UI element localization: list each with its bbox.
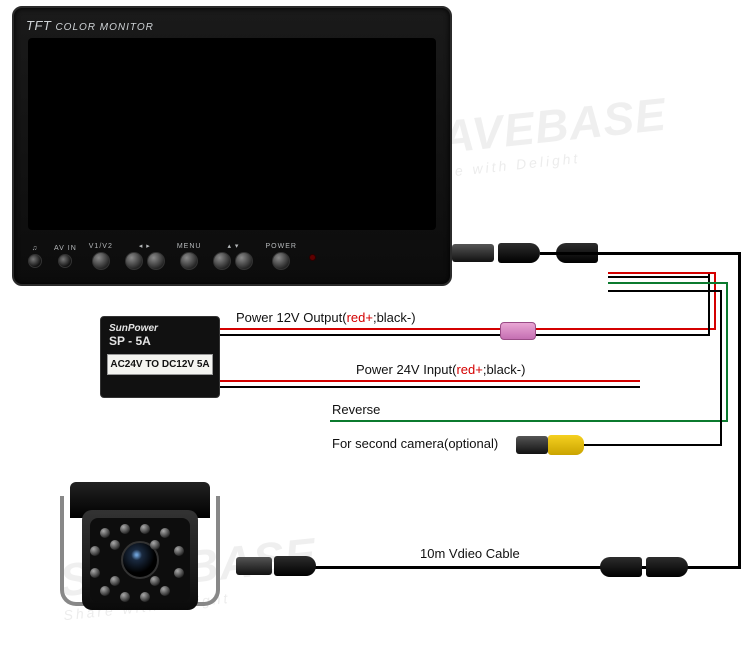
monitor-controls: ♫ AV IN V1/V2 ◂ ▸ MENU ▴ ▾ POWER [28, 236, 436, 276]
wire-reverse-green [330, 420, 728, 422]
nav-up-down: ▴ ▾ [213, 242, 253, 270]
power-led-icon [309, 254, 316, 261]
trunk-cable-v [738, 252, 741, 568]
av-in-jack: AV IN [54, 245, 77, 268]
label-power-24v: Power 24V Input(red+;black-) [356, 362, 525, 377]
converter-spec: AC24V TO DC12V 5A [107, 354, 213, 375]
tft-monitor: TFT COLOR MONITOR ♫ AV IN V1/V2 ◂ ▸ MENU… [12, 6, 452, 286]
wire-12v-red-h [220, 328, 500, 330]
brand-tft: TFT [26, 18, 51, 33]
nav-left-right: ◂ ▸ [125, 242, 165, 270]
label-power-12v: Power 12V Output(red+;black-) [236, 310, 416, 325]
inline-fuse [500, 322, 536, 340]
video-cable-plug-left [600, 557, 642, 577]
cam2-connector-metal [516, 436, 548, 454]
reverse-camera [60, 482, 220, 632]
converter-model: SP - 5A [101, 334, 219, 352]
menu-button: MENU [177, 243, 202, 270]
v1-v2-button: V1/V2 [89, 243, 113, 270]
brand-colormonitor: COLOR MONITOR [55, 22, 153, 33]
label-second-camera: For second camera(optional) [332, 436, 498, 451]
trunk-cable-h [540, 252, 740, 255]
label-video-cable: 10m Vdieo Cable [420, 546, 520, 561]
wire-reverse-green-v [726, 282, 728, 422]
camera-cable-plug [274, 556, 316, 576]
wire-24v-red [220, 380, 640, 382]
monitor-screen [28, 38, 436, 230]
cam2-connector-yellow [548, 435, 584, 455]
wire-12v-red-v [714, 272, 716, 330]
wire-12v-black-h [220, 334, 500, 336]
wire-12v-red-h2 [536, 328, 714, 330]
wire-24v-black [220, 386, 640, 388]
wire-cam2-black-top [608, 290, 722, 292]
wire-reverse-green-top [608, 282, 728, 284]
power-button: POWER [265, 243, 296, 270]
label-reverse: Reverse [332, 402, 380, 417]
camera-body [82, 510, 198, 610]
headphone-jack: ♫ [28, 245, 42, 268]
monitor-brand: TFT COLOR MONITOR [26, 18, 154, 33]
video-cable-plug-right [646, 557, 688, 577]
wire-12v-red-top [608, 272, 716, 274]
wire-12v-black-h2 [536, 334, 708, 336]
monitor-cable-plug [498, 243, 540, 263]
wire-cam2-black-v [720, 290, 722, 446]
wire-12v-black-top [608, 276, 710, 278]
monitor-output-connector [452, 244, 494, 262]
ir-led-ring [96, 524, 184, 596]
camera-output-connector [236, 557, 272, 575]
power-converter: SunPower SP - 5A AC24V TO DC12V 5A [100, 316, 220, 398]
camera-face [90, 518, 190, 602]
converter-brand: SunPower [101, 317, 219, 334]
